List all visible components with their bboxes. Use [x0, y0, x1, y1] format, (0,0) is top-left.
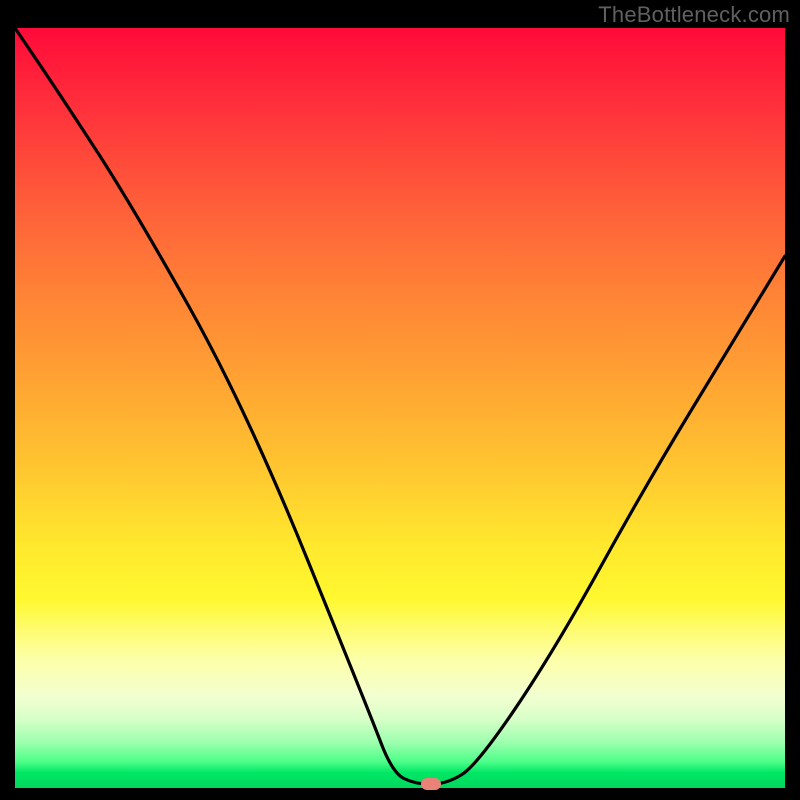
watermark-text: TheBottleneck.com	[598, 2, 790, 28]
bottleneck-curve	[15, 28, 785, 788]
optimal-point-marker	[421, 778, 441, 790]
plot-area	[15, 28, 785, 788]
chart-stage: TheBottleneck.com	[0, 0, 800, 800]
